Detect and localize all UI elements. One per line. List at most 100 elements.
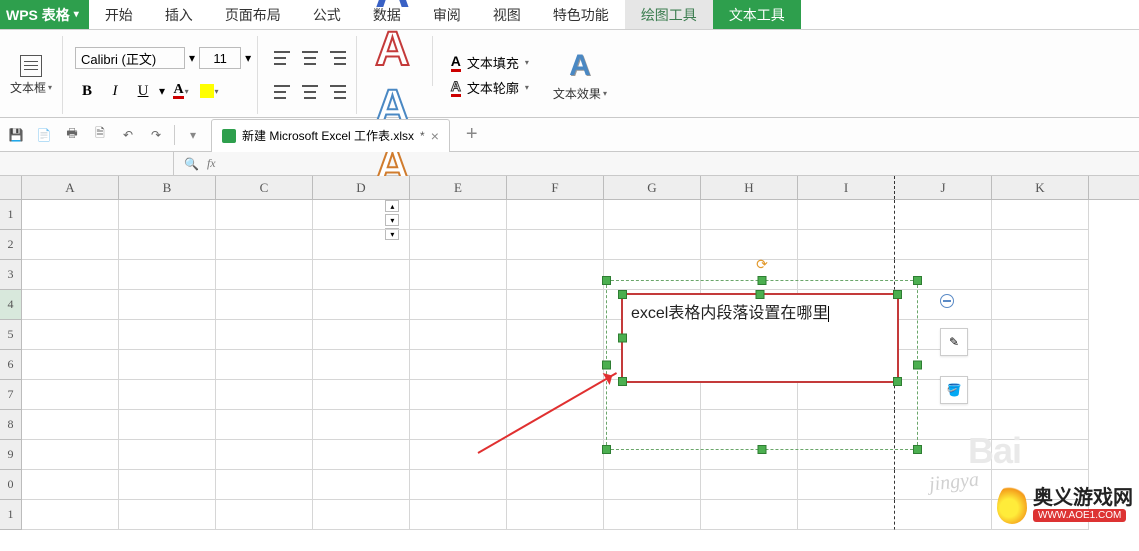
resize-handle[interactable]	[756, 290, 765, 299]
fx-search-icon[interactable]: 🔍	[184, 157, 199, 171]
resize-handle[interactable]	[893, 290, 902, 299]
saveas-button[interactable]: 📄	[34, 125, 54, 145]
col-header[interactable]: C	[216, 176, 313, 199]
style-preset-2[interactable]: A	[375, 0, 410, 16]
align-middle-button[interactable]	[298, 46, 322, 70]
undo-button[interactable]: ↶	[118, 125, 138, 145]
textbox-shape[interactable]: ⟳ excel表格内段落设置在哪里	[606, 280, 918, 450]
textbox-inner[interactable]: excel表格内段落设置在哪里	[621, 293, 899, 383]
align-left-button[interactable]	[270, 80, 294, 104]
collapse-icon[interactable]	[940, 294, 954, 308]
row-header[interactable]: 4	[0, 290, 22, 320]
col-header[interactable]: K	[992, 176, 1089, 199]
title-bar: WPS 表格 ▾ 开始 插入 页面布局 公式 数据 审阅 视图 特色功能 绘图工…	[0, 0, 1139, 30]
print-button[interactable]: 🖶	[62, 125, 82, 145]
chevron-down-icon[interactable]: ▾	[245, 51, 251, 65]
tab-layout[interactable]: 页面布局	[209, 0, 297, 29]
resize-handle[interactable]	[913, 445, 922, 454]
text-outline-button[interactable]: A 文本轮廓 ▾	[451, 78, 529, 97]
spreadsheet-grid[interactable]: A B C D E F G H I J K 1 2 3 4 5 6 7 8 9 …	[0, 176, 1139, 551]
watermark-baidu: Bai	[968, 430, 1021, 472]
edit-shape-button[interactable]: ✎	[940, 328, 968, 356]
col-header[interactable]: H	[701, 176, 798, 199]
col-header[interactable]: J	[895, 176, 992, 199]
underline-button[interactable]: U	[131, 79, 155, 103]
chevron-down-icon[interactable]: ▾	[189, 51, 195, 65]
tab-features[interactable]: 特色功能	[537, 0, 625, 29]
save-button[interactable]: 💾	[6, 125, 26, 145]
row-header[interactable]: 3	[0, 260, 22, 290]
row-header[interactable]: 1	[0, 500, 22, 530]
shape-side-actions: ✎ 🪣	[940, 294, 968, 404]
document-tab[interactable]: 新建 Microsoft Excel 工作表.xlsx * ×	[211, 119, 450, 152]
new-tab-button[interactable]: +	[458, 123, 486, 146]
col-header[interactable]: G	[604, 176, 701, 199]
chevron-down-icon: ▾	[215, 87, 219, 96]
row-header[interactable]: 5	[0, 320, 22, 350]
row-header[interactable]: 2	[0, 230, 22, 260]
highlight-button[interactable]: ▾	[197, 79, 221, 103]
resize-handle[interactable]	[893, 377, 902, 386]
qat-customize-button[interactable]: ▾	[183, 125, 203, 145]
cells-area[interactable]: ⟳ excel表格内段落设置在哪里	[22, 200, 1139, 530]
font-name-value: Calibri (正文)	[81, 49, 156, 68]
rotate-handle-icon[interactable]: ⟳	[753, 255, 771, 273]
resize-handle[interactable]	[913, 276, 922, 285]
align-bottom-button[interactable]	[326, 46, 350, 70]
redo-button[interactable]: ↷	[146, 125, 166, 145]
tab-review[interactable]: 审阅	[417, 0, 477, 29]
resize-handle[interactable]	[758, 445, 767, 454]
col-header[interactable]: F	[507, 176, 604, 199]
textbox-content[interactable]: excel表格内段落设置在哪里	[631, 305, 828, 322]
select-all-corner[interactable]	[0, 176, 22, 199]
bold-button[interactable]: B	[75, 79, 99, 103]
col-header[interactable]: B	[119, 176, 216, 199]
tab-start[interactable]: 开始	[89, 0, 149, 29]
fill-shape-button[interactable]: 🪣	[940, 376, 968, 404]
style-preset-3[interactable]: A	[375, 26, 410, 74]
row-header[interactable]: 9	[0, 440, 22, 470]
row-header[interactable]: 6	[0, 350, 22, 380]
col-header[interactable]: A	[22, 176, 119, 199]
align-icon	[274, 85, 290, 99]
tab-view[interactable]: 视图	[477, 0, 537, 29]
text-fill-button[interactable]: A 文本填充 ▾	[451, 53, 529, 72]
print-preview-button[interactable]: 🗎	[90, 125, 110, 145]
align-right-button[interactable]	[326, 80, 350, 104]
textbox-button[interactable]: 文本框 ▾	[6, 53, 56, 98]
align-icon	[302, 51, 318, 65]
col-header[interactable]: I	[798, 176, 895, 199]
resize-handle[interactable]	[602, 445, 611, 454]
align-center-button[interactable]	[298, 80, 322, 104]
resize-handle[interactable]	[758, 276, 767, 285]
col-header[interactable]: E	[410, 176, 507, 199]
italic-button[interactable]: I	[103, 79, 127, 103]
text-effects-button[interactable]: A 文本效果 ▾	[549, 47, 611, 104]
highlight-icon	[200, 84, 214, 98]
app-badge[interactable]: WPS 表格 ▾	[0, 0, 89, 29]
align-top-button[interactable]	[270, 46, 294, 70]
font-color-button[interactable]: A ▾	[169, 79, 193, 103]
row-header[interactable]: 7	[0, 380, 22, 410]
resize-handle[interactable]	[618, 334, 627, 343]
resize-handle[interactable]	[602, 276, 611, 285]
chevron-down-icon: ▾	[525, 58, 529, 67]
wordart-gallery[interactable]: A A A A A ▴ ▾ ▾	[363, 36, 422, 114]
tab-formula[interactable]: 公式	[297, 0, 357, 29]
row-header[interactable]: 8	[0, 410, 22, 440]
name-box[interactable]	[0, 152, 174, 175]
font-name-select[interactable]: Calibri (正文)	[75, 47, 185, 69]
row-header[interactable]: 1	[0, 200, 22, 230]
tab-insert[interactable]: 插入	[149, 0, 209, 29]
row-header[interactable]: 0	[0, 470, 22, 500]
group-font: Calibri (正文) ▾ 11 ▾ B I U ▾ A ▾ ▾	[69, 36, 258, 114]
fx-label[interactable]: fx	[207, 156, 216, 171]
close-tab-button[interactable]: ×	[431, 128, 439, 144]
resize-handle[interactable]	[913, 361, 922, 370]
tab-drawing-tools[interactable]: 绘图工具	[625, 0, 713, 29]
col-header[interactable]: D	[313, 176, 410, 199]
tab-text-tools[interactable]: 文本工具	[713, 0, 801, 29]
font-size-select[interactable]: 11	[199, 47, 241, 69]
resize-handle[interactable]	[618, 290, 627, 299]
chevron-down-icon[interactable]: ▾	[159, 84, 165, 98]
